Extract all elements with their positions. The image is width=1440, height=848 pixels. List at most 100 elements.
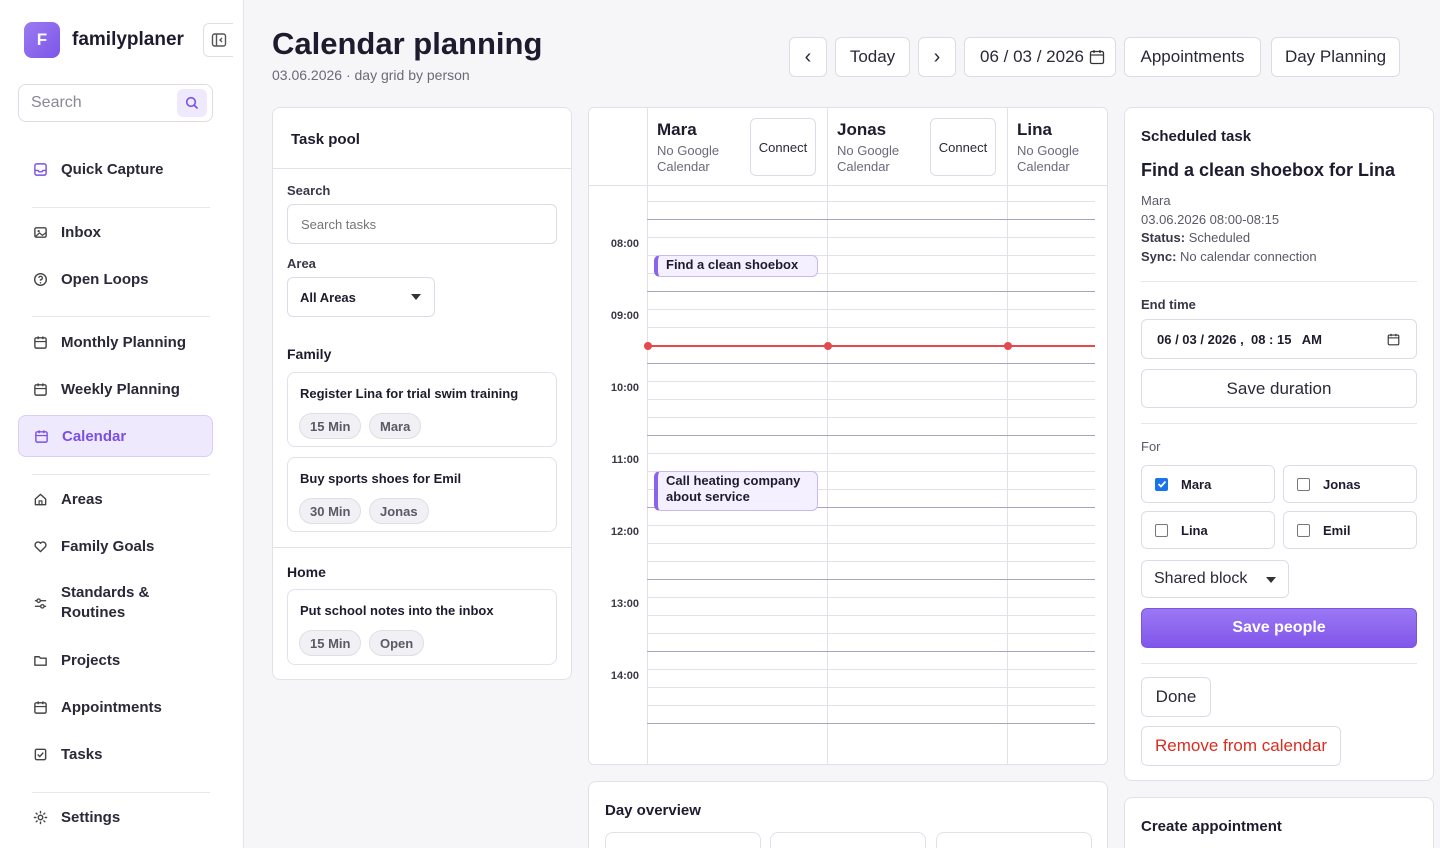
sidebar-search	[18, 84, 213, 122]
search-button[interactable]	[177, 89, 207, 117]
save-duration-button[interactable]: Save duration	[1141, 369, 1417, 408]
page-title: Calendar planning	[272, 26, 543, 61]
area-select[interactable]: All Areas	[287, 277, 435, 317]
duration-chip: 15 Min	[299, 630, 362, 656]
hour-line	[647, 363, 1095, 364]
calendar-icon	[32, 381, 48, 397]
quarter-line	[647, 615, 1095, 616]
today-button[interactable]: Today	[835, 37, 910, 77]
hour-line	[647, 291, 1095, 292]
sidebar-search-input[interactable]	[31, 94, 171, 112]
brand[interactable]: F familyplaner	[24, 22, 184, 58]
nav-settings[interactable]: Settings	[18, 796, 213, 838]
for-label: For	[1141, 439, 1161, 454]
person-checkbox-jonas[interactable]: Jonas	[1283, 465, 1417, 503]
scheduled-task-panel: Scheduled task Find a clean shoebox for …	[1124, 107, 1434, 781]
scheduled-sync: Sync: No calendar connection	[1141, 249, 1317, 264]
task-title: Put school notes into the inbox	[300, 603, 494, 618]
sync-value: No calendar connection	[1180, 249, 1317, 264]
nav-label: Standards & Routines	[61, 584, 150, 621]
nav-appointments[interactable]: Appointments	[18, 686, 213, 728]
caret-down-icon	[411, 294, 421, 300]
save-people-button[interactable]: Save people	[1141, 608, 1417, 648]
collapse-sidebar-button[interactable]	[203, 23, 233, 57]
quarter-line	[647, 669, 1095, 670]
nav-weekly-planning[interactable]: Weekly Planning	[18, 368, 213, 410]
done-button[interactable]: Done	[1141, 677, 1211, 717]
task-item[interactable]: Register Lina for trial swim training 15…	[287, 372, 557, 447]
scheduled-datetime: 03.06.2026 08:00-08:15	[1141, 212, 1280, 227]
quarter-line	[647, 561, 1095, 562]
date-picker[interactable]: 06 / 03 / 2026	[964, 37, 1116, 77]
brand-name: familyplaner	[72, 29, 184, 50]
prev-day-button[interactable]: ‹	[789, 37, 827, 77]
current-time-dot	[1004, 342, 1012, 350]
hour-line	[647, 579, 1095, 580]
nav-calendar[interactable]: Calendar	[18, 415, 213, 457]
nav-label: Projects	[61, 651, 121, 669]
caret-down-icon	[1266, 577, 1276, 583]
sidebar-collapse-icon	[211, 33, 226, 47]
nav-standards-routines[interactable]: Standards & Routines	[18, 578, 213, 628]
nav-projects[interactable]: Projects	[18, 639, 213, 681]
home-icon	[32, 491, 48, 507]
nav-label: Calendar	[62, 427, 127, 445]
nav-label: Areas	[61, 490, 103, 508]
quarter-line	[647, 417, 1095, 418]
inbox-tray-icon	[32, 161, 48, 177]
quarter-line	[647, 327, 1095, 328]
status-value: Scheduled	[1188, 230, 1251, 245]
nav-inbox[interactable]: Inbox	[18, 211, 213, 253]
nav-tasks[interactable]: Tasks	[18, 733, 213, 775]
nav-areas[interactable]: Areas	[18, 478, 213, 520]
nav-monthly-planning[interactable]: Monthly Planning	[18, 321, 213, 363]
hour-line	[647, 219, 1095, 220]
person-checkbox-mara[interactable]: Mara	[1141, 465, 1275, 503]
block-type-select[interactable]: Shared block	[1141, 560, 1289, 598]
end-time-input[interactable]: 06 / 03 / 2026 , 08 : 15 AM	[1141, 319, 1417, 359]
overview-card	[605, 832, 761, 848]
nav-quick-capture[interactable]: Quick Capture	[18, 148, 213, 190]
day-planning-button[interactable]: Day Planning	[1271, 37, 1400, 77]
connect-button[interactable]: Connect	[930, 118, 996, 176]
nav-open-loops[interactable]: Open Loops	[18, 258, 213, 300]
checkbox[interactable]	[1155, 523, 1168, 537]
nav-label: Inbox	[61, 223, 101, 241]
quarter-line	[647, 237, 1095, 238]
calendar-event[interactable]: Find a clean shoebox	[654, 255, 818, 277]
task-title: Buy sports shoes for Emil	[300, 471, 462, 486]
person-name: Jonas	[837, 120, 887, 139]
nav-label: Settings	[61, 808, 121, 826]
person-checkbox-emil[interactable]: Emil	[1283, 511, 1417, 549]
person-checkbox-lina[interactable]: Lina	[1141, 511, 1275, 549]
group-title: Family	[287, 346, 332, 362]
checkbox[interactable]	[1155, 477, 1168, 491]
person-name: Jonas	[1323, 476, 1361, 492]
remove-from-calendar-button[interactable]: Remove from calendar	[1141, 726, 1341, 766]
area-select-value: All Areas	[300, 289, 356, 305]
next-day-button[interactable]: ›	[918, 37, 956, 77]
task-pool-title: Task pool	[291, 131, 360, 148]
grid-header: Mara No Google Calendar Connect Jonas No…	[589, 108, 1107, 186]
connect-button[interactable]: Connect	[750, 118, 816, 176]
calendar-icon	[32, 334, 48, 350]
checkbox[interactable]	[1297, 523, 1310, 537]
nav-label: Open Loops	[61, 270, 149, 288]
task-item[interactable]: Put school notes into the inbox 15 Min O…	[287, 589, 557, 665]
calendar-icon	[1089, 50, 1105, 65]
current-time-dot	[824, 342, 832, 350]
calendar-event[interactable]: Call heating company about service	[654, 471, 818, 511]
divider	[273, 547, 571, 548]
appointments-button[interactable]: Appointments	[1124, 37, 1261, 77]
nav-family-goals[interactable]: Family Goals	[18, 525, 213, 567]
quarter-line	[647, 201, 1095, 202]
checkbox[interactable]	[1297, 477, 1310, 491]
scheduled-person: Mara	[1141, 193, 1171, 208]
heart-icon	[32, 538, 48, 554]
nav-label: Quick Capture	[61, 160, 164, 178]
task-item[interactable]: Buy sports shoes for Emil 30 Min Jonas	[287, 457, 557, 532]
task-search-input[interactable]	[287, 204, 557, 244]
duration-chip: 15 Min	[299, 413, 362, 439]
person-name: Mara	[657, 120, 697, 139]
current-time-line	[649, 345, 1095, 347]
